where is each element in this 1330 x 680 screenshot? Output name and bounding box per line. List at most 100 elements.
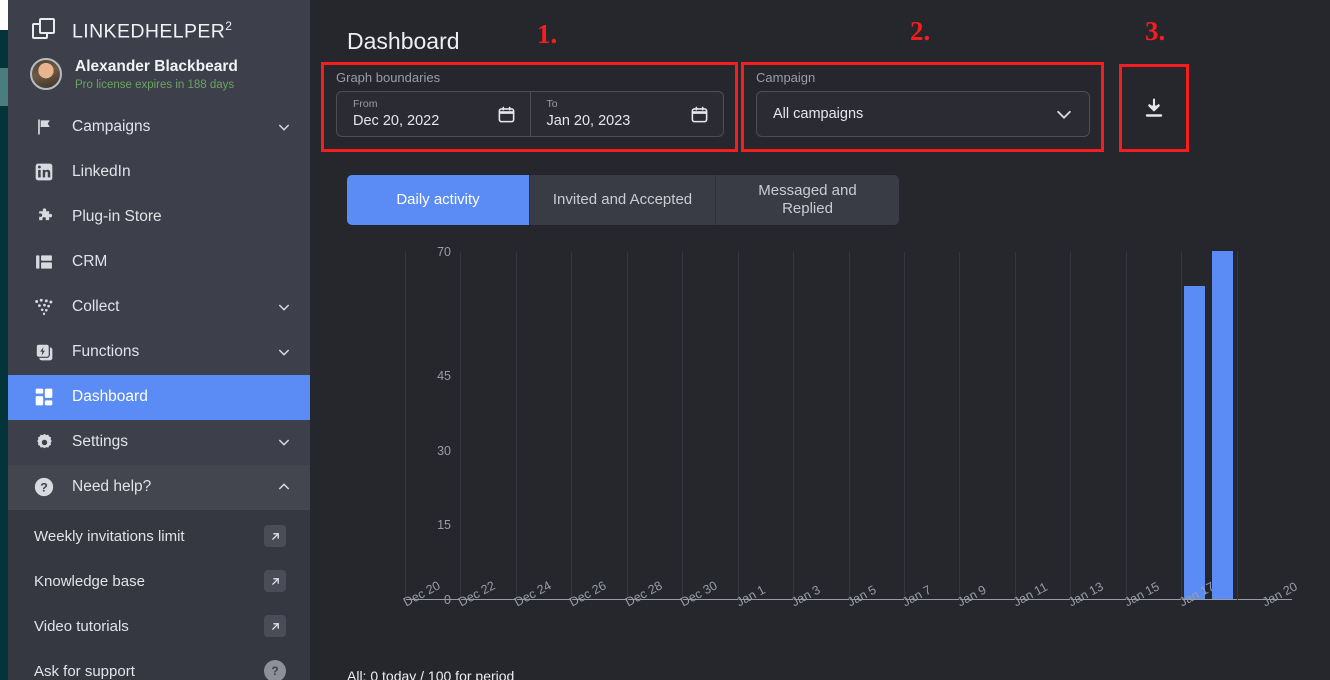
campaign-select[interactable]: All campaigns bbox=[756, 91, 1090, 137]
sidebar-item-need-help[interactable]: ? Need help? bbox=[8, 464, 310, 510]
chart-plot-area bbox=[405, 251, 1292, 600]
chart-gridline bbox=[1015, 252, 1016, 600]
main-content: Dashboard 1. 2. 3. Graph boundaries From… bbox=[310, 0, 1330, 680]
sidebar: LINKEDHELPER2 Alexander Blackbeard Pro l… bbox=[8, 0, 310, 680]
date-from-value: Dec 20, 2022 bbox=[353, 112, 440, 129]
dashboard-icon bbox=[32, 385, 56, 409]
chevron-down-icon[interactable] bbox=[276, 119, 292, 135]
download-icon bbox=[1145, 98, 1163, 117]
chevron-down-icon[interactable] bbox=[276, 344, 292, 360]
chart-gridline bbox=[904, 252, 905, 600]
chart-gridline bbox=[627, 252, 628, 600]
campaign-legend: Campaign bbox=[756, 70, 816, 85]
help-item-ask-for-support[interactable]: Ask for support ? bbox=[8, 649, 310, 680]
profile-text: Alexander Blackbeard Pro license expires… bbox=[75, 58, 238, 91]
question-icon: ? bbox=[32, 475, 56, 499]
external-link-icon bbox=[264, 570, 286, 593]
tab-messaged-and-replied[interactable]: Messaged and Replied bbox=[715, 175, 899, 225]
lightning-icon bbox=[32, 340, 56, 364]
chevron-down-icon[interactable] bbox=[1053, 103, 1075, 125]
puzzle-icon bbox=[32, 205, 56, 229]
date-to-label: To bbox=[546, 98, 558, 111]
chevron-down-icon[interactable] bbox=[276, 299, 292, 315]
chart-gridline bbox=[793, 252, 794, 600]
help-submenu: Weekly invitations limit Knowledge base … bbox=[8, 509, 310, 680]
date-to-text: To Jan 20, 2023 bbox=[547, 99, 691, 129]
annotation-number-1: 1. bbox=[537, 19, 558, 49]
calendar-icon[interactable] bbox=[497, 105, 516, 124]
gear-icon bbox=[32, 430, 56, 454]
profile-name: Alexander Blackbeard bbox=[75, 58, 238, 75]
sidebar-item-label: Collect bbox=[72, 298, 120, 316]
svg-text:?: ? bbox=[40, 481, 48, 495]
brand-superscript: 2 bbox=[225, 18, 233, 33]
daily-activity-chart: 0 15 30 45 70 Dec 20 Dec 22 Dec 24 Dec 26 Dec 28… bbox=[347, 240, 1300, 640]
linkedhelper-logo-icon bbox=[32, 18, 58, 44]
chevron-down-icon[interactable] bbox=[276, 434, 292, 450]
sidebar-item-label: Plug-in Store bbox=[72, 208, 162, 226]
sidebar-item-linkedin[interactable]: LinkedIn bbox=[8, 150, 310, 195]
chart-gridline bbox=[516, 252, 517, 600]
help-item-knowledge-base[interactable]: Knowledge base bbox=[8, 559, 310, 604]
collect-dots-icon bbox=[32, 295, 56, 319]
help-item-label: Knowledge base bbox=[34, 572, 145, 590]
chart-gridline bbox=[571, 252, 572, 600]
activity-tabs: Daily activity Invited and Accepted Mess… bbox=[347, 175, 899, 225]
sidebar-item-label: Dashboard bbox=[72, 388, 148, 406]
sidebar-item-settings[interactable]: Settings bbox=[8, 420, 310, 465]
help-item-weekly-invitations-limit[interactable]: Weekly invitations limit bbox=[8, 514, 310, 559]
tab-label: Messaged and Replied bbox=[758, 182, 857, 217]
date-from-label: From bbox=[353, 98, 378, 111]
linkedin-icon bbox=[32, 160, 56, 184]
brand[interactable]: LINKEDHELPER2 bbox=[8, 0, 310, 54]
brand-name: LINKEDHELPER2 bbox=[72, 19, 232, 44]
help-item-video-tutorials[interactable]: Video tutorials bbox=[8, 604, 310, 649]
chart-gridline bbox=[460, 252, 461, 600]
calendar-icon[interactable] bbox=[690, 105, 709, 124]
annotation-number-3: 3. bbox=[1145, 16, 1166, 46]
chart-bar[interactable] bbox=[1212, 251, 1233, 599]
sidebar-item-dashboard[interactable]: Dashboard bbox=[8, 374, 310, 420]
sidebar-item-label: LinkedIn bbox=[72, 163, 131, 181]
chart-gridline bbox=[1237, 252, 1238, 600]
sidebar-item-crm[interactable]: CRM bbox=[8, 240, 310, 285]
date-from-input[interactable]: From Dec 20, 2022 bbox=[337, 92, 530, 136]
graph-boundaries-field: Graph boundaries From Dec 20, 2022 To Ja… bbox=[336, 70, 724, 137]
sidebar-item-label: Functions bbox=[72, 343, 140, 361]
brand-name-text: LINKEDHELPER bbox=[72, 20, 226, 43]
campaign-field: Campaign All campaigns bbox=[756, 70, 1090, 137]
date-to-input[interactable]: To Jan 20, 2023 bbox=[529, 92, 724, 136]
chart-gridline bbox=[1181, 252, 1182, 600]
sidebar-item-collect[interactable]: Collect bbox=[8, 285, 310, 330]
chart-gridline bbox=[1126, 252, 1127, 600]
avatar bbox=[30, 58, 62, 91]
chart-gridline bbox=[738, 252, 739, 600]
download-button[interactable] bbox=[1123, 68, 1185, 148]
tab-daily-activity[interactable]: Daily activity bbox=[347, 175, 529, 225]
sidebar-item-label: Need help? bbox=[72, 478, 152, 496]
tab-label: Invited and Accepted bbox=[552, 191, 693, 209]
chevron-up-icon[interactable] bbox=[276, 479, 292, 495]
edge-white-segment bbox=[0, 0, 8, 30]
tab-label: Daily activity bbox=[396, 191, 480, 209]
date-from-text: From Dec 20, 2022 bbox=[353, 99, 497, 129]
browser-edge-strip bbox=[0, 0, 8, 680]
sidebar-item-functions[interactable]: Functions bbox=[8, 330, 310, 375]
chart-bar[interactable] bbox=[1184, 286, 1205, 599]
crm-icon bbox=[32, 250, 56, 274]
chart-gridline bbox=[959, 252, 960, 600]
edge-scrollbar-thumb[interactable] bbox=[0, 68, 8, 106]
sidebar-item-label: CRM bbox=[72, 253, 108, 271]
sidebar-item-plugin-store[interactable]: Plug-in Store bbox=[8, 195, 310, 240]
chart-gridline bbox=[682, 252, 683, 600]
tab-invited-and-accepted[interactable]: Invited and Accepted bbox=[529, 175, 715, 225]
sidebar-item-campaigns[interactable]: Campaigns bbox=[8, 105, 310, 150]
sidebar-item-label: Campaigns bbox=[72, 118, 151, 136]
profile[interactable]: Alexander Blackbeard Pro license expires… bbox=[8, 54, 310, 105]
question-bubble-icon: ? bbox=[264, 660, 286, 680]
date-to-value: Jan 20, 2023 bbox=[546, 112, 631, 129]
help-item-label: Weekly invitations limit bbox=[34, 527, 185, 545]
external-link-icon bbox=[264, 615, 286, 638]
chart-gridline bbox=[1070, 252, 1071, 600]
campaign-selected-value: All campaigns bbox=[773, 106, 864, 122]
